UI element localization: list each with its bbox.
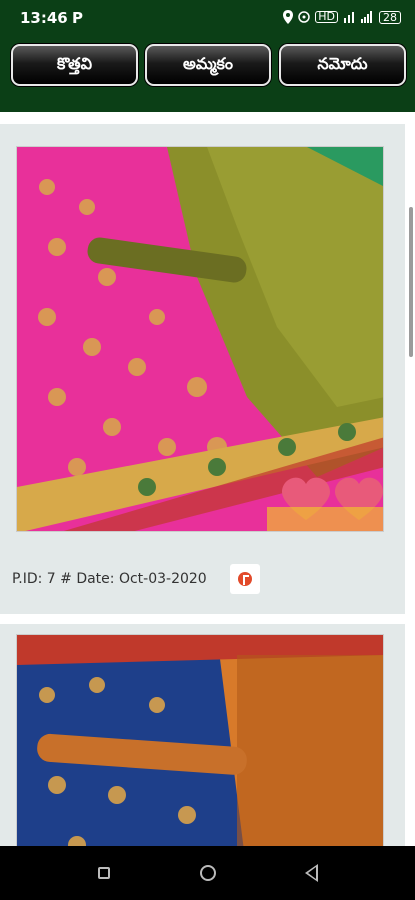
- product-image[interactable]: [16, 634, 384, 846]
- hotspot-icon: [298, 11, 310, 23]
- report-button[interactable]: [230, 564, 260, 594]
- battery-icon: 28: [379, 10, 401, 24]
- saree-image-2: [17, 635, 383, 846]
- product-card[interactable]: [0, 624, 405, 846]
- status-icons: HD 28: [283, 10, 401, 24]
- wifi-icon: [361, 11, 372, 23]
- location-icon: [283, 10, 294, 24]
- card-divider: [0, 112, 415, 124]
- scrollbar[interactable]: [409, 207, 413, 357]
- product-caption: P.ID: 7 # Date: Oct-03-2020: [12, 571, 207, 587]
- back-icon[interactable]: [305, 864, 318, 882]
- product-card[interactable]: P.ID: 7 # Date: Oct-03-2020: [0, 124, 405, 614]
- product-image[interactable]: [16, 146, 384, 532]
- report-icon: [238, 572, 252, 586]
- tab-sell[interactable]: అమ్మకం: [145, 44, 271, 86]
- system-nav-bar: [0, 846, 415, 900]
- saree-image-1: [17, 147, 383, 531]
- top-tab-bar: కొత్తవి అమ్మకం నమోదు: [0, 36, 415, 112]
- tab-new[interactable]: కొత్తవి: [11, 44, 138, 86]
- app-notification-icon: P: [72, 9, 83, 27]
- hd-icon: HD: [315, 11, 338, 23]
- status-bar: 13:46 P HD 28: [0, 0, 415, 36]
- product-feed[interactable]: P.ID: 7 # Date: Oct-03-2020: [0, 112, 415, 846]
- home-icon[interactable]: [200, 865, 216, 881]
- signal-icon: [344, 12, 354, 23]
- status-time: 13:46: [20, 9, 68, 27]
- recents-icon[interactable]: [98, 867, 110, 879]
- tab-register[interactable]: నమోదు: [279, 44, 406, 86]
